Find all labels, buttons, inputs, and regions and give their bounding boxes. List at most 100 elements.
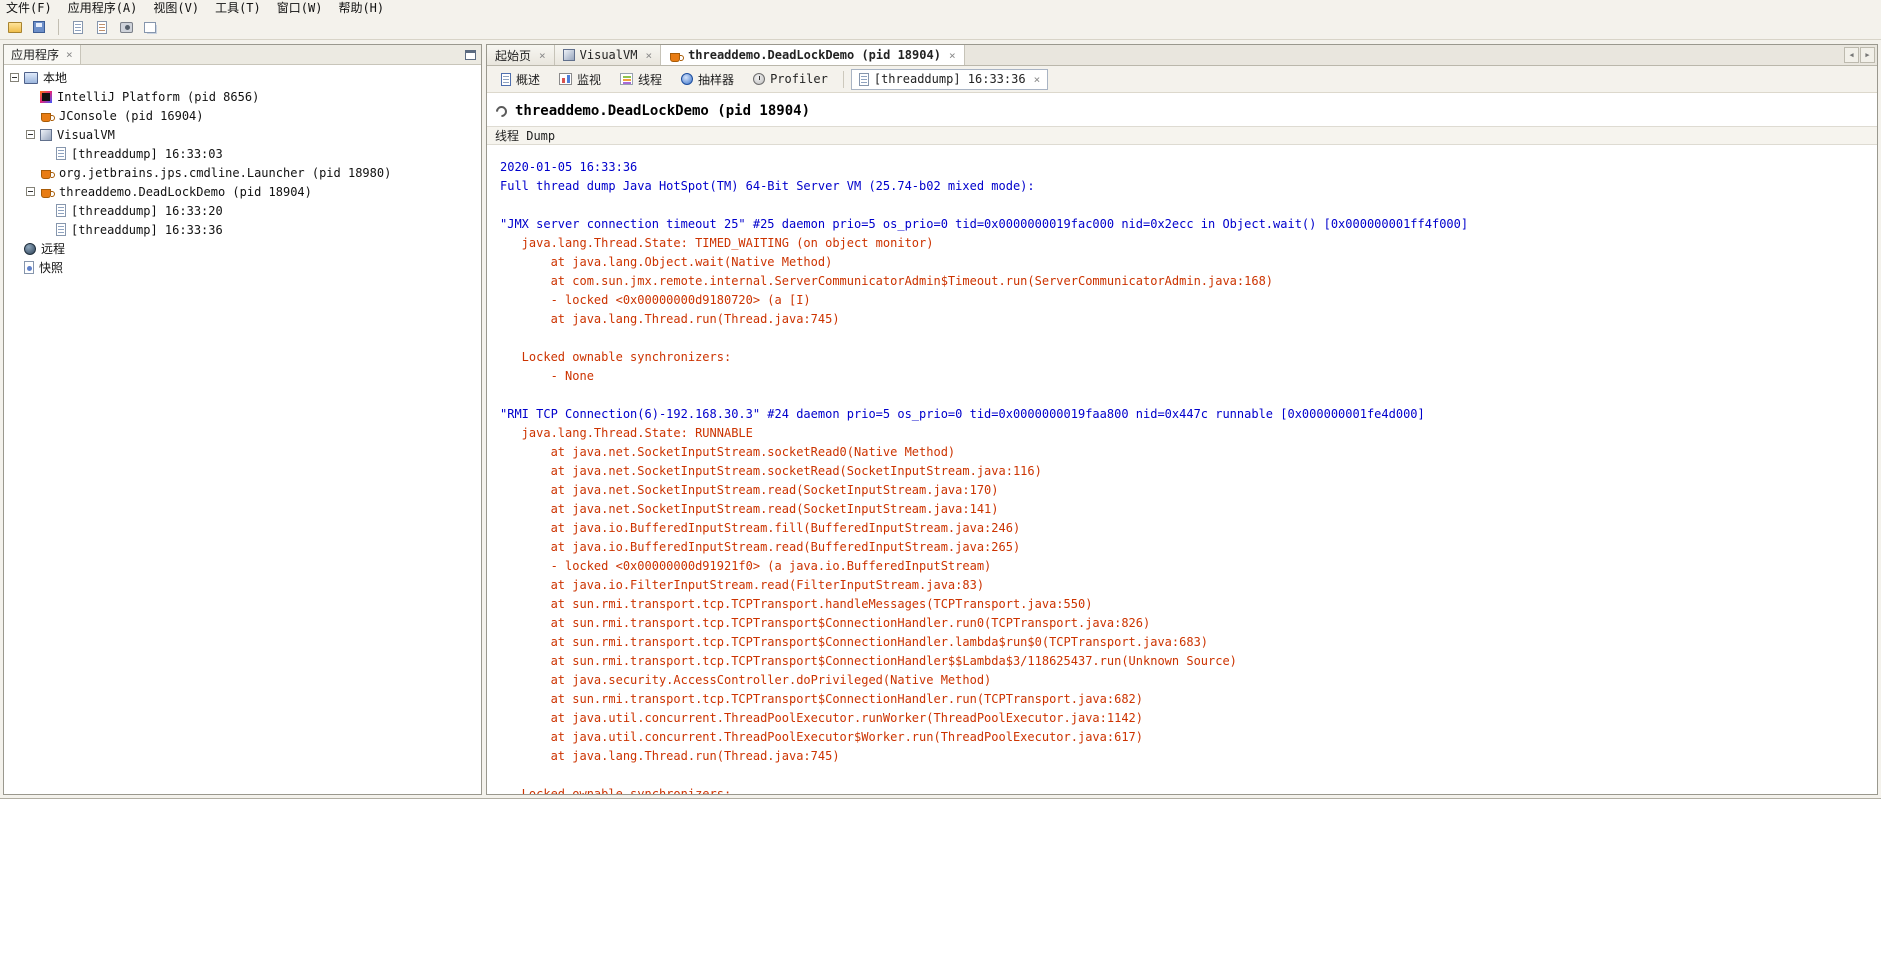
visualvm-icon bbox=[562, 49, 575, 61]
threads-icon bbox=[620, 73, 634, 85]
view-tab[interactable]: Profiler bbox=[745, 69, 836, 90]
dump-line: at sun.rmi.transport.tcp.TCPTransport$Co… bbox=[500, 654, 1237, 668]
tree-item[interactable]: IntelliJ Platform (pid 8656) bbox=[4, 87, 481, 106]
dump-line: - locked <0x00000000d91921f0> (a java.io… bbox=[500, 559, 992, 573]
tree-item[interactable]: 本地 bbox=[4, 68, 481, 87]
view-tab-label: 监视 bbox=[577, 72, 602, 87]
view-tab[interactable]: 抽样器 bbox=[673, 69, 742, 90]
threaddump-icon bbox=[56, 223, 66, 236]
view-tab[interactable]: [threaddump] 16:33:36 × bbox=[850, 68, 1049, 90]
tree-item-label: 远程 bbox=[41, 242, 66, 256]
dump-line bbox=[500, 329, 1877, 348]
thread-dump-text: 2020-01-05 16:33:36 Full thread dump Java… bbox=[487, 145, 1877, 794]
close-tab-icon[interactable]: × bbox=[539, 50, 546, 61]
tree-item-label: [threaddump] 16:33:20 bbox=[71, 203, 223, 218]
applications-panel: 应用程序 × 本地 IntelliJ Platform (pid 8656) JCo… bbox=[3, 44, 482, 795]
minimize-panel-icon[interactable] bbox=[465, 49, 476, 60]
document-tab[interactable]: threaddemo.DeadLockDemo (pid 18904) × bbox=[661, 45, 965, 65]
close-view-icon[interactable]: × bbox=[1034, 74, 1041, 85]
threaddump-icon bbox=[56, 147, 66, 160]
tree-item[interactable]: VisualVM bbox=[4, 125, 481, 144]
overview-icon bbox=[501, 72, 511, 86]
dump-line: "JMX server connection timeout 25" #25 d… bbox=[500, 217, 1469, 231]
applications-panel-tab[interactable]: 应用程序 × bbox=[4, 45, 81, 64]
scroll-tabs-left-button[interactable]: ◀ bbox=[1844, 47, 1859, 63]
monitor-icon bbox=[559, 73, 573, 85]
take-thread-dump-button[interactable] bbox=[67, 17, 89, 37]
menubar-item-2[interactable]: 视图(V) bbox=[153, 0, 199, 16]
tree-item[interactable]: 远程 bbox=[4, 239, 481, 258]
view-toolbar: 概述 监视 线程 抽样器 Profiler [threaddump] 16:33:36 × bbox=[487, 66, 1877, 93]
collapse-expander-icon[interactable] bbox=[10, 73, 19, 82]
document-tab[interactable]: 起始页 × bbox=[487, 45, 555, 65]
save-snapshot-icon bbox=[33, 21, 45, 33]
scroll-tabs-right-button[interactable]: ▶ bbox=[1860, 47, 1875, 63]
menubar-item-1[interactable]: 应用程序(A) bbox=[68, 0, 138, 16]
dump-line: at sun.rmi.transport.tcp.TCPTransport$Co… bbox=[500, 692, 1143, 706]
tree-item[interactable]: threaddemo.DeadLockDemo (pid 18904) bbox=[4, 182, 481, 201]
tree-item[interactable]: [threaddump] 16:33:03 bbox=[4, 144, 481, 163]
section-title: 线程 Dump bbox=[495, 129, 556, 143]
main-toolbar bbox=[0, 15, 1881, 40]
collapse-expander-icon[interactable] bbox=[26, 187, 35, 196]
save-snapshot-button[interactable] bbox=[28, 17, 50, 37]
take-heap-dump-button[interactable] bbox=[91, 17, 113, 37]
tree-item[interactable]: org.jetbrains.jps.cmdline.Launcher (pid … bbox=[4, 163, 481, 182]
tree-item-label: threaddemo.DeadLockDemo (pid 18904) bbox=[59, 184, 312, 199]
tree-item-label: [threaddump] 16:33:03 bbox=[71, 146, 223, 161]
tree-item[interactable]: [threaddump] 16:33:36 bbox=[4, 220, 481, 239]
take-snapshot-button[interactable] bbox=[115, 17, 137, 37]
close-tab-icon[interactable]: × bbox=[949, 50, 956, 61]
tab-label: VisualVM bbox=[579, 48, 638, 62]
page-title: threaddemo.DeadLockDemo (pid 18904) bbox=[515, 103, 811, 119]
dump-line: - locked <0x00000000d9180720> (a [I) bbox=[500, 293, 811, 307]
menubar-item-0[interactable]: 文件(F) bbox=[6, 0, 52, 16]
dump-line: Locked ownable synchronizers: bbox=[500, 787, 732, 794]
menubar-item-4[interactable]: 窗口(W) bbox=[277, 0, 323, 16]
applications-panel-title: 应用程序 bbox=[11, 48, 60, 62]
view-tab-label: 抽样器 bbox=[698, 72, 735, 87]
menubar: 文件(F) 应用程序(A) 视图(V) 工具(T) 窗口(W) 帮助(H) bbox=[0, 0, 1881, 15]
dump-line: at java.io.BufferedInputStream.fill(Buff… bbox=[500, 521, 1021, 535]
view-tab[interactable]: 概述 bbox=[493, 69, 548, 90]
tree-item-label: 本地 bbox=[43, 71, 68, 85]
open-snapshot-button[interactable] bbox=[4, 17, 26, 37]
open-snapshot-icon bbox=[8, 21, 22, 33]
computer-icon bbox=[24, 71, 38, 84]
java-icon bbox=[669, 49, 685, 62]
dump-line bbox=[500, 386, 1877, 405]
document-tab[interactable]: VisualVM × bbox=[554, 45, 662, 65]
compare-snapshots-button[interactable] bbox=[139, 17, 161, 37]
dump-line: at sun.rmi.transport.tcp.TCPTransport.ha… bbox=[500, 597, 1093, 611]
take-snapshot-icon bbox=[119, 21, 133, 33]
java-icon bbox=[40, 166, 55, 179]
applications-tree: 本地 IntelliJ Platform (pid 8656) JConsole (… bbox=[4, 65, 481, 794]
java-icon bbox=[40, 185, 55, 198]
threaddump-icon bbox=[56, 204, 66, 217]
take-thread-dump-icon bbox=[73, 20, 83, 34]
dump-line: at java.io.FilterInputStream.read(Filter… bbox=[500, 578, 985, 592]
dump-line: at java.net.SocketInputStream.read(Socke… bbox=[500, 483, 999, 497]
view-tab[interactable]: 监视 bbox=[551, 69, 609, 90]
dump-line bbox=[500, 766, 1877, 785]
menubar-item-3[interactable]: 工具(T) bbox=[215, 0, 261, 16]
workspace: 应用程序 × 本地 IntelliJ Platform (pid 8656) JCo… bbox=[0, 40, 1881, 798]
dump-line: - None bbox=[500, 369, 594, 383]
tree-item[interactable]: 快照 bbox=[4, 258, 481, 277]
close-panel-icon[interactable]: × bbox=[66, 49, 73, 60]
snapshots-icon bbox=[24, 261, 34, 274]
menubar-item-5[interactable]: 帮助(H) bbox=[338, 0, 384, 16]
dump-line: "RMI TCP Connection(6)-192.168.30.3" #24… bbox=[500, 407, 1425, 421]
dump-line: at java.net.SocketInputStream.socketRead… bbox=[500, 464, 1042, 478]
tree-item[interactable]: JConsole (pid 16904) bbox=[4, 106, 481, 125]
tree-item-label: JConsole (pid 16904) bbox=[59, 108, 204, 123]
tab-label: threaddemo.DeadLockDemo (pid 18904) bbox=[688, 48, 941, 62]
collapse-expander-icon[interactable] bbox=[26, 130, 35, 139]
view-tab[interactable]: 线程 bbox=[612, 69, 670, 90]
application-page: threaddemo.DeadLockDemo (pid 18904) 线程 D… bbox=[487, 93, 1877, 794]
tree-item[interactable]: [threaddump] 16:33:20 bbox=[4, 201, 481, 220]
profiler-icon bbox=[753, 73, 766, 85]
compare-snapshots-icon bbox=[144, 21, 156, 33]
dump-line: at java.util.concurrent.ThreadPoolExecut… bbox=[500, 711, 1143, 725]
close-tab-icon[interactable]: × bbox=[645, 50, 652, 61]
